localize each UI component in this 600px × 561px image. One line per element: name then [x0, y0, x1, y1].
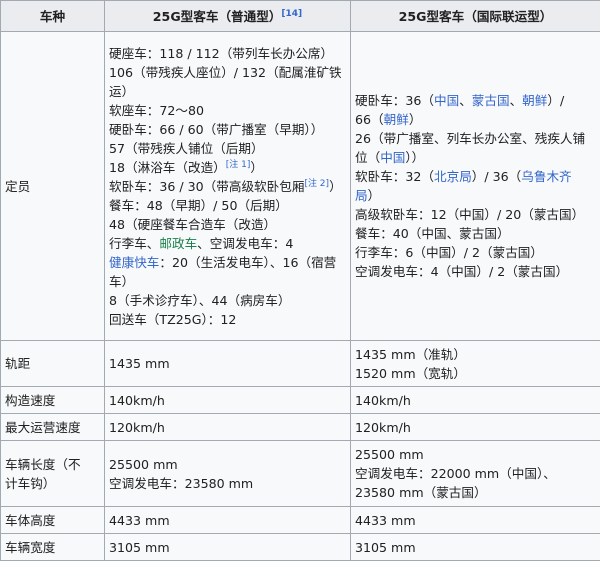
gauge-intl-line: 1520 mm（宽轨） [355, 364, 596, 383]
text: 行李车、 [109, 236, 159, 251]
width-normal: 3105 mm [105, 534, 351, 561]
width-label: 车辆宽度 [1, 534, 105, 561]
design-speed-label: 构造速度 [1, 387, 105, 414]
north-korea-link[interactable]: 朝鲜 [384, 112, 409, 127]
length-normal-line: 空调发电车：23580 mm [109, 474, 346, 493]
cap-normal-line: 106（带残疾人座位）/ 132（配属淮矿铁 [109, 63, 346, 82]
text: ） [409, 112, 422, 127]
china-link[interactable]: 中国 [434, 93, 459, 108]
header-type: 车种 [1, 1, 105, 32]
north-korea-link[interactable]: 朝鲜 [522, 93, 547, 108]
cap-normal-line: 57（带残疾人铺位（后期） [109, 139, 346, 158]
text: 18（淋浴车（改造） [109, 160, 226, 175]
design-speed-row: 构造速度 140km/h 140km/h [1, 387, 600, 414]
length-label-line: 车辆长度（不 [5, 455, 100, 474]
cap-normal-line: 健康快车：20（生活发电车）、16（宿营 [109, 253, 346, 272]
cap-intl-line: 餐车：40（中国、蒙古国） [355, 224, 596, 243]
cap-normal-line: 8（手术诊疗车）、44（病房车） [109, 291, 346, 310]
length-normal-line: 25500 mm [109, 455, 346, 474]
cap-normal-line: 硬座车：118 / 112（带列车长办公席） [109, 44, 346, 63]
gauge-normal: 1435 mm [105, 341, 351, 387]
length-intl-line: 25500 mm [355, 445, 596, 464]
text: 软卧车：36 / 30（带高级软卧包厢 [109, 179, 304, 194]
header-intl: 25G型客车（国际联运型） [351, 1, 600, 32]
capacity-label: 定员 [1, 32, 105, 341]
length-label: 车辆长度（不 计车钩） [1, 441, 105, 507]
capacity-normal: 硬座车：118 / 112（带列车长办公席） 106（带残疾人座位）/ 132（… [105, 32, 351, 341]
note-1-link[interactable]: [注 1] [226, 159, 251, 169]
width-row: 车辆宽度 3105 mm 3105 mm [1, 534, 600, 561]
length-intl-line: 空调发电车：22000 mm（中国）、 [355, 464, 596, 483]
cap-normal-line: 车） [109, 272, 346, 291]
cap-intl-line: 硬卧车：36（中国、蒙古国、朝鲜）/ [355, 91, 596, 110]
cap-normal-line: 48（硬座餐车合造车（改造） [109, 215, 346, 234]
length-row: 车辆长度（不 计车钩） 25500 mm 空调发电车：23580 mm 2550… [1, 441, 600, 507]
text: ） [368, 188, 381, 203]
max-speed-normal: 120km/h [105, 414, 351, 441]
design-speed-normal: 140km/h [105, 387, 351, 414]
cap-intl-line: 位（中国）） [355, 148, 596, 167]
health-express-link[interactable]: 健康快车 [109, 255, 159, 270]
china-link[interactable]: 中国 [380, 150, 405, 165]
text: 软卧车：32（ [355, 169, 434, 184]
capacity-intl: 硬卧车：36（中国、蒙古国、朝鲜）/ 66（朝鲜） 26（带广播室、列车长办公室… [351, 32, 600, 341]
cap-intl-line: 局） [355, 186, 596, 205]
max-speed-row: 最大运营速度 120km/h 120km/h [1, 414, 600, 441]
height-label: 车体高度 [1, 507, 105, 534]
cap-intl-line: 行李车：6（中国）/ 2（蒙古国） [355, 243, 596, 262]
reference-14-link[interactable]: [14] [281, 8, 302, 18]
note-2-link[interactable]: [注 2] [304, 178, 329, 188]
mongolia-link[interactable]: 蒙古国 [472, 93, 510, 108]
cap-intl-line: 软卧车：32（北京局）/ 36（乌鲁木齐 [355, 167, 596, 186]
text: 位（ [355, 150, 380, 165]
header-normal-label: 25G型客车（普通型） [153, 9, 282, 24]
text: ）） [405, 150, 424, 165]
gauge-intl-line: 1435 mm（准轨） [355, 345, 596, 364]
text: ） [250, 160, 263, 175]
cap-normal-line: 18（淋浴车（改造）[注 1]） [109, 158, 346, 177]
cap-intl-line: 高级软卧车：12（中国）/ 20（蒙古国） [355, 205, 596, 224]
max-speed-label: 最大运营速度 [1, 414, 105, 441]
cap-normal-line: 餐车：48（早期）/ 50（后期） [109, 196, 346, 215]
gauge-intl: 1435 mm（准轨） 1520 mm（宽轨） [351, 341, 600, 387]
width-intl: 3105 mm [351, 534, 600, 561]
max-speed-intl: 120km/h [351, 414, 600, 441]
text: ）/ 36（ [472, 169, 521, 184]
cap-normal-line: 回送车（TZ25G）：12 [109, 310, 346, 329]
cap-normal-line: 硬卧车：66 / 60（带广播室（早期）） [109, 120, 346, 139]
height-normal: 4433 mm [105, 507, 351, 534]
text: ）/ [547, 93, 564, 108]
text: ：20（生活发电车）、16（宿营 [159, 255, 336, 270]
text: ） [329, 179, 342, 194]
cap-intl-line: 26（带广播室、列车长办公室、残疾人铺 [355, 129, 596, 148]
spec-table: 车种 25G型客车（普通型）[14] 25G型客车（国际联运型） 定员 硬座车：… [0, 0, 600, 561]
beijing-bureau-link[interactable]: 北京局 [434, 169, 472, 184]
urumqi-bureau-link[interactable]: 局 [355, 188, 368, 203]
cap-intl-line: 空调发电车：4（中国）/ 2（蒙古国） [355, 262, 596, 281]
height-intl: 4433 mm [351, 507, 600, 534]
cap-normal-line: 行李车、邮政车、空调发电车：4 [109, 234, 346, 253]
text: 、 [459, 93, 472, 108]
cap-intl-line: 66（朝鲜） [355, 110, 596, 129]
length-intl: 25500 mm 空调发电车：22000 mm（中国）、 23580 mm（蒙古… [351, 441, 600, 507]
header-normal: 25G型客车（普通型）[14] [105, 1, 351, 32]
design-speed-intl: 140km/h [351, 387, 600, 414]
cap-normal-line: 运） [109, 82, 346, 101]
postal-car-link[interactable]: 邮政车 [159, 236, 197, 251]
length-intl-line: 23580 mm（蒙古国） [355, 483, 596, 502]
text: 66（ [355, 112, 384, 127]
cap-normal-line: 软座车：72～80 [109, 101, 346, 120]
cap-normal-line: 软卧车：36 / 30（带高级软卧包厢[注 2]） [109, 177, 346, 196]
urumqi-bureau-link[interactable]: 乌鲁木齐 [521, 169, 571, 184]
text: 、 [510, 93, 523, 108]
capacity-row: 定员 硬座车：118 / 112（带列车长办公席） 106（带残疾人座位）/ 1… [1, 32, 600, 341]
length-normal: 25500 mm 空调发电车：23580 mm [105, 441, 351, 507]
gauge-label: 轨距 [1, 341, 105, 387]
length-label-line: 计车钩） [5, 474, 100, 493]
text: 硬卧车：36（ [355, 93, 434, 108]
height-row: 车体高度 4433 mm 4433 mm [1, 507, 600, 534]
text: 、空调发电车：4 [197, 236, 293, 251]
gauge-row: 轨距 1435 mm 1435 mm（准轨） 1520 mm（宽轨） [1, 341, 600, 387]
header-row: 车种 25G型客车（普通型）[14] 25G型客车（国际联运型） [1, 1, 600, 32]
